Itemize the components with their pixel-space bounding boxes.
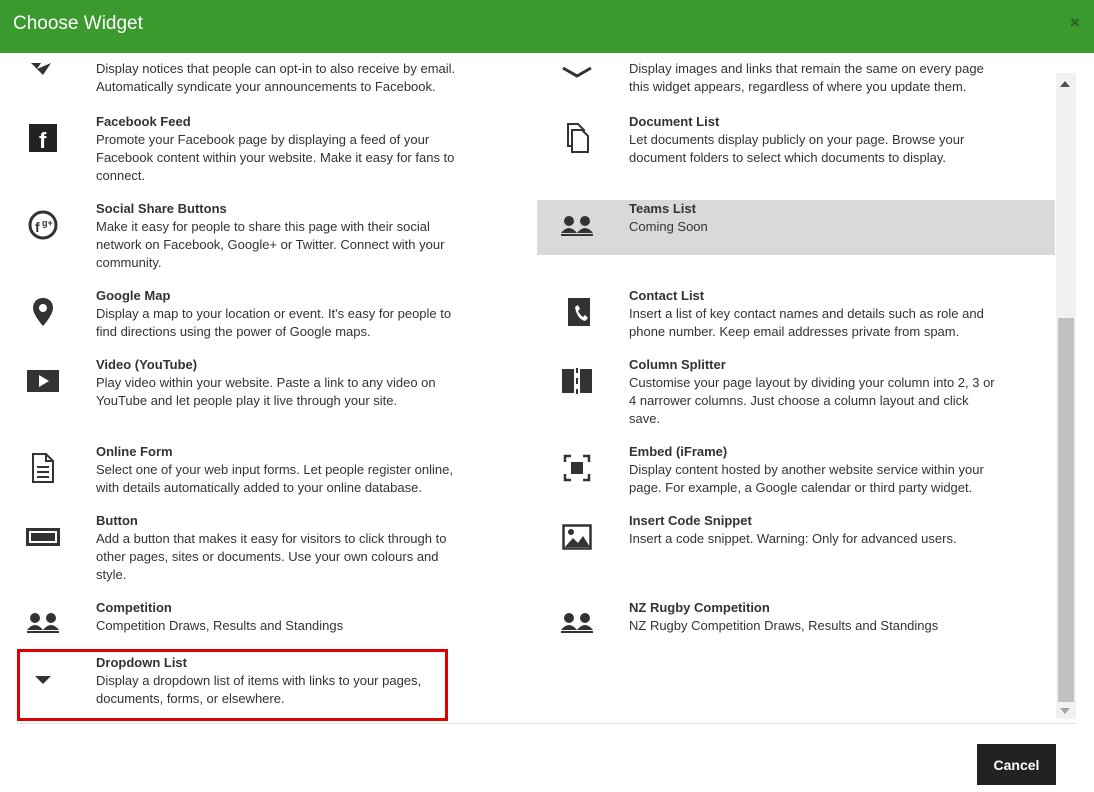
widget-teams-list[interactable]: Teams List Coming Soon (537, 200, 1055, 255)
widget-button[interactable]: Button Add a button that makes it easy f… (17, 512, 535, 592)
widget-desc: this widget appears, regardless of where… (629, 79, 967, 94)
widget-desc: Automatically syndicate your announcemen… (96, 79, 436, 94)
widget-title: NZ Rugby Competition (629, 600, 770, 615)
announcement-icon (25, 55, 61, 91)
close-icon[interactable]: × (1064, 12, 1086, 34)
svg-text:f: f (39, 128, 47, 152)
widget-desc: Display a map to your location or event.… (96, 306, 452, 339)
widget-title: Contact List (629, 288, 705, 303)
widget-title: Facebook Feed (96, 114, 191, 129)
widget-desc: Let documents display publicly on your p… (629, 132, 965, 165)
facebook-icon: f (25, 120, 61, 156)
map-pin-icon (25, 294, 61, 330)
widget-desc: Promote your Facebook page by displaying… (96, 132, 455, 183)
svg-text:g+: g+ (42, 218, 53, 228)
widget-title: Column Splitter (629, 357, 726, 372)
widget-contact-list[interactable]: Contact List Insert a list of key contac… (537, 287, 1055, 347)
widget-desc: Insert a code snippet. Warning: Only for… (629, 531, 957, 546)
column-split-icon (559, 363, 595, 399)
widget-title: Document List (629, 114, 720, 129)
widget-dropdown-list[interactable]: Dropdown List Display a dropdown list of… (17, 654, 535, 716)
vertical-scrollbar[interactable] (1056, 73, 1076, 719)
button-rect-icon (25, 519, 61, 555)
people-icon (559, 605, 595, 641)
embed-frame-icon (559, 450, 595, 486)
widget-video[interactable]: Video (YouTube) Play video within your w… (17, 356, 535, 436)
widget-title: Embed (iFrame) (629, 444, 728, 459)
scroll-up-arrow-icon[interactable] (1060, 81, 1070, 87)
widget-desc: Make it easy for people to share this pa… (96, 219, 445, 270)
widget-embed[interactable]: Embed (iFrame) Display content hosted by… (537, 443, 1055, 505)
widget-desc: Insert a list of key contact names and d… (629, 306, 984, 339)
widget-title: Insert Code Snippet (629, 513, 752, 528)
dialog-title: Choose Widget (13, 13, 143, 34)
widget-desc: Add a button that makes it easy for visi… (96, 531, 447, 582)
people-icon (559, 208, 595, 244)
widget-desc: Coming Soon (629, 219, 708, 234)
widget-title: Video (YouTube) (96, 357, 198, 372)
widget-online-form[interactable]: Online Form Select one of your web input… (17, 443, 535, 505)
widget-desc: Display images and links that remain the… (629, 61, 984, 76)
svg-text:f: f (35, 219, 40, 235)
documents-icon (559, 120, 595, 156)
widget-desc: Select one of your web input forms. Let … (96, 462, 453, 495)
widget-title: Social Share Buttons (96, 201, 227, 216)
contact-phone-icon (559, 294, 595, 330)
widget-title: Competition (96, 600, 172, 615)
widget-title: Button (96, 513, 138, 528)
widget-title: Online Form (96, 444, 173, 459)
layers-icon (559, 55, 595, 91)
dialog-header: Choose Widget × (0, 0, 1094, 53)
social-share-icon: f g+ (25, 207, 61, 243)
widget-facebook-feed[interactable]: f Facebook Feed Promote your Facebook pa… (17, 113, 535, 195)
widget-code-snippet[interactable]: Insert Code Snippet Insert a code snippe… (537, 512, 1055, 592)
widget-desc: Display notices that people can opt-in t… (96, 61, 456, 76)
widget-static-content[interactable]: Display images and links that remain the… (537, 53, 1055, 103)
widget-list[interactable]: Display notices that people can opt-in t… (17, 53, 1076, 724)
widget-desc: Competition Draws, Results and Standings (96, 618, 344, 633)
widget-column-splitter[interactable]: Column Splitter Customise your page layo… (537, 356, 1055, 436)
scroll-down-arrow-icon[interactable] (1060, 708, 1070, 714)
widget-nz-rugby[interactable]: NZ Rugby Competition NZ Rugby Competitio… (537, 599, 1055, 649)
widget-social-share[interactable]: f g+ Social Share Buttons Make it easy fo… (17, 200, 535, 280)
widget-title: Teams List (629, 201, 696, 216)
widget-desc: Play video within your website. Paste a … (96, 375, 436, 408)
caret-down-icon (25, 662, 61, 698)
scrollbar-thumb[interactable] (1058, 318, 1074, 702)
widget-desc: Customise your page layout by dividing y… (629, 375, 995, 426)
widget-google-map[interactable]: Google Map Display a map to your locatio… (17, 287, 535, 347)
form-document-icon (25, 450, 61, 486)
widget-title: Dropdown List (96, 655, 187, 670)
widget-document-list[interactable]: Document List Let documents display publ… (537, 113, 1055, 195)
widget-desc: Display content hosted by another websit… (629, 462, 984, 495)
cancel-button[interactable]: Cancel (977, 744, 1056, 785)
widget-desc: NZ Rugby Competition Draws, Results and … (629, 618, 939, 633)
widget-desc: Display a dropdown list of items with li… (96, 673, 422, 706)
video-play-icon (25, 363, 61, 399)
widget-announcements[interactable]: Display notices that people can opt-in t… (17, 53, 535, 103)
widget-title: Google Map (96, 288, 171, 303)
people-icon (25, 605, 61, 641)
image-icon (559, 519, 595, 555)
widget-competition[interactable]: Competition Competition Draws, Results a… (17, 599, 535, 649)
